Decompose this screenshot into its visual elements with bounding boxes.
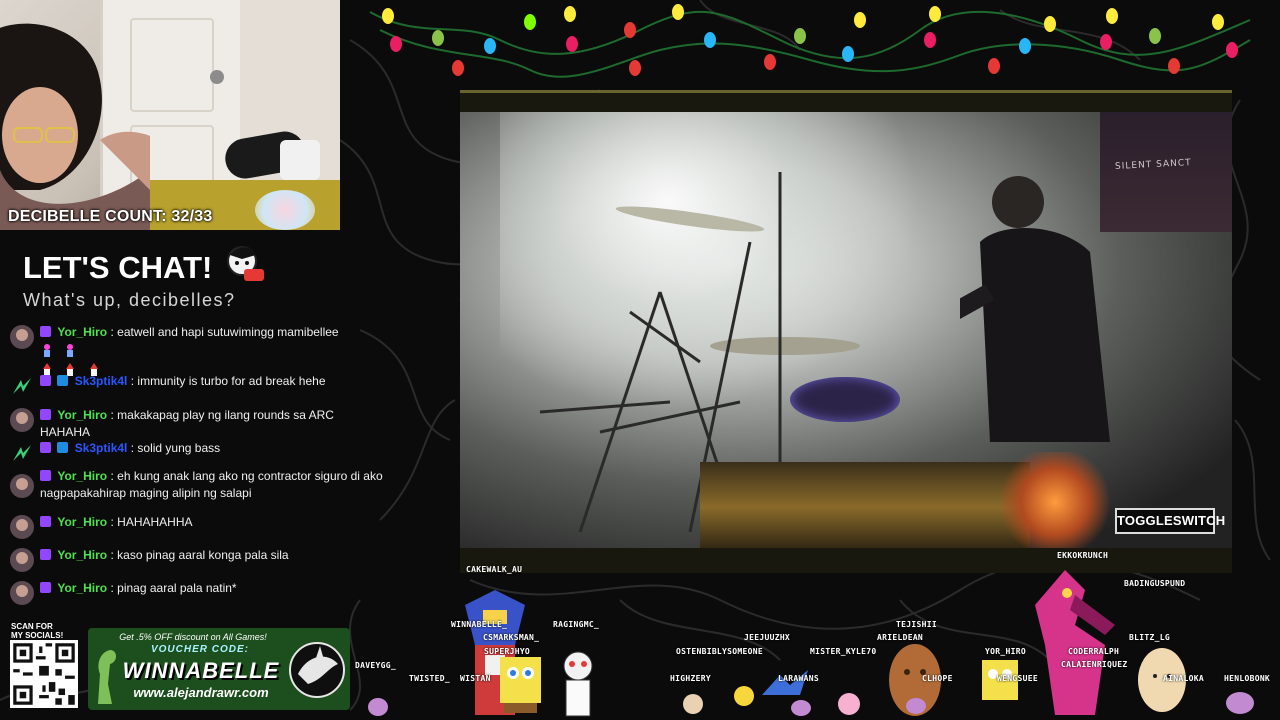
- dancer-emote-icon: [67, 343, 74, 357]
- twitch-badge-icon: [40, 470, 51, 481]
- mascot-icon: [227, 246, 264, 281]
- viewer-name: ARIELDEAN: [877, 633, 924, 642]
- chat-text: : HAHAHAHHA: [110, 515, 193, 529]
- viewer-name: OSTENBIBLYSOMEONE: [676, 647, 763, 656]
- chat-username[interactable]: Yor_Hiro: [57, 548, 107, 562]
- twitch-badge-icon: [40, 375, 51, 386]
- chat-text: : solid yung bass: [130, 441, 221, 455]
- chat-username[interactable]: Yor_Hiro: [57, 515, 107, 529]
- chat-username[interactable]: Sk3ptik4l: [75, 374, 128, 388]
- avatar: [10, 515, 34, 539]
- viewer-name: TEJISHII: [896, 620, 937, 629]
- qr-label: SCAN FOR MY SOCIALS!: [11, 622, 63, 640]
- avatar: [10, 548, 34, 572]
- twitch-badge-icon: [40, 326, 51, 337]
- bot-avatar-icon: [13, 378, 31, 394]
- amp-glow: [1000, 452, 1110, 548]
- viewer-name: SUPERJHYO: [484, 647, 531, 656]
- drummer: [960, 176, 1110, 442]
- plush-toy: [255, 190, 315, 230]
- chat-text: : eatwell and hapi sutuwimingg mamibelle…: [110, 325, 339, 339]
- chef-sprite: [563, 651, 593, 717]
- viewer-name: DAVEYGG_: [355, 661, 396, 670]
- avatar: [10, 581, 34, 605]
- qr-label-line: MY SOCIALS!: [11, 631, 64, 640]
- viewer-name: CAKEWALK_AU: [466, 565, 523, 574]
- viewer-name: RAGINGMC_: [553, 620, 600, 629]
- chat-text: : pinag aaral pala natin*: [110, 581, 237, 595]
- door-knob: [210, 70, 224, 84]
- ditto-sprite: [1226, 692, 1254, 714]
- viewer-name: WISTAN: [460, 674, 491, 683]
- viewer-name: HIGHZERY: [670, 674, 711, 683]
- voucher-code: WINNABELLE: [122, 658, 280, 683]
- viewer-name: YOR_HIRO: [985, 647, 1026, 656]
- viewer-name: CALAIENRIQUEZ: [1061, 660, 1128, 669]
- viewer-name: AINALOKA: [1163, 674, 1204, 683]
- avatar: [10, 474, 34, 498]
- viewer-name: CLHOPE: [922, 674, 953, 683]
- chat-username[interactable]: Yor_Hiro: [57, 325, 107, 339]
- qr-code[interactable]: [10, 640, 78, 708]
- chat-title: LET'S CHAT!: [23, 250, 213, 285]
- viewer-name: WINNABELLE_: [451, 620, 508, 629]
- chat-text: : kaso pinag aaral konga pala sila: [110, 548, 289, 562]
- toggleswitch-watermark: TOGGLESWITCH: [1115, 508, 1225, 534]
- crown-badge-icon: [57, 375, 69, 386]
- twitch-badge-icon: [40, 582, 51, 593]
- emote-group: [40, 341, 83, 358]
- amplifier: [700, 462, 1030, 548]
- chat-text: : immunity is turbo for ad break hehe: [130, 374, 326, 388]
- music-video[interactable]: SILENT SANCT: [460, 112, 1232, 548]
- pink-mech-sprite: [1035, 570, 1115, 715]
- twitch-badge-icon: [40, 409, 51, 420]
- ditto-sprite: [368, 698, 388, 716]
- crown-badge-icon: [57, 442, 69, 453]
- viewer-name: BLITZ_LG: [1129, 633, 1170, 642]
- twitch-badge-icon: [40, 442, 51, 453]
- viewer-name: HENLOBONK: [1224, 674, 1271, 683]
- viewer-name: MISTER_KYLE70: [810, 647, 877, 656]
- viewer-name: CSMARKSMAN_: [483, 633, 540, 642]
- chat-username[interactable]: Yor_Hiro: [57, 469, 107, 483]
- bot-avatar-icon: [13, 445, 31, 461]
- webcam-feed: [0, 0, 340, 230]
- website-link[interactable]: www.alejandrawr.com: [106, 685, 296, 700]
- chat-subtitle: What's up, decibelles?: [23, 290, 236, 310]
- twitch-badge-icon: [40, 516, 51, 527]
- decibelle-count: DECIBELLE COUNT: 32/33: [8, 208, 213, 225]
- twitch-badge-icon: [40, 549, 51, 560]
- viewer-name: EKKOKRUNCH: [1057, 551, 1109, 560]
- ditto-sprite: [906, 698, 926, 714]
- viewer-name: BADINGUSPUND: [1124, 579, 1186, 588]
- sponge-sprite: [500, 657, 541, 713]
- ditto-sprite: [791, 700, 811, 716]
- avatar: [10, 408, 34, 432]
- viewer-name: JEEJUUZHX: [744, 633, 791, 642]
- avatar: [10, 325, 34, 349]
- chat-username[interactable]: Yor_Hiro: [57, 581, 107, 595]
- dinosaur-icon: [98, 650, 116, 704]
- viewer-name: WENGSUEE: [997, 674, 1038, 683]
- dancer-emote-icon: [44, 343, 50, 357]
- discount-text: Get .5% OFF discount on All Games!: [119, 632, 267, 642]
- viewer-name: CODERRALPH: [1068, 647, 1120, 656]
- qr-label-line: SCAN FOR: [11, 622, 53, 631]
- creature-sprite: [838, 693, 860, 715]
- sponge-sprite-small: [982, 660, 1018, 700]
- voucher-code-label: VOUCHER CODE:: [150, 644, 249, 655]
- mic-mount: [280, 140, 320, 180]
- viewer-name: LARAWANS: [778, 674, 819, 683]
- shark-logo-icon: [289, 642, 345, 698]
- chat-username[interactable]: Yor_Hiro: [57, 408, 107, 422]
- pikachu-sprite: [734, 686, 754, 706]
- cat-sprite: [683, 694, 703, 714]
- viewer-name: TWISTED_: [409, 674, 450, 683]
- string-lights: [369, 4, 1251, 78]
- streamer: [0, 23, 150, 230]
- chat-username[interactable]: Sk3ptik4l: [75, 441, 128, 455]
- voucher-banner[interactable]: Get .5% OFF discount on All Games! VOUCH…: [88, 628, 350, 710]
